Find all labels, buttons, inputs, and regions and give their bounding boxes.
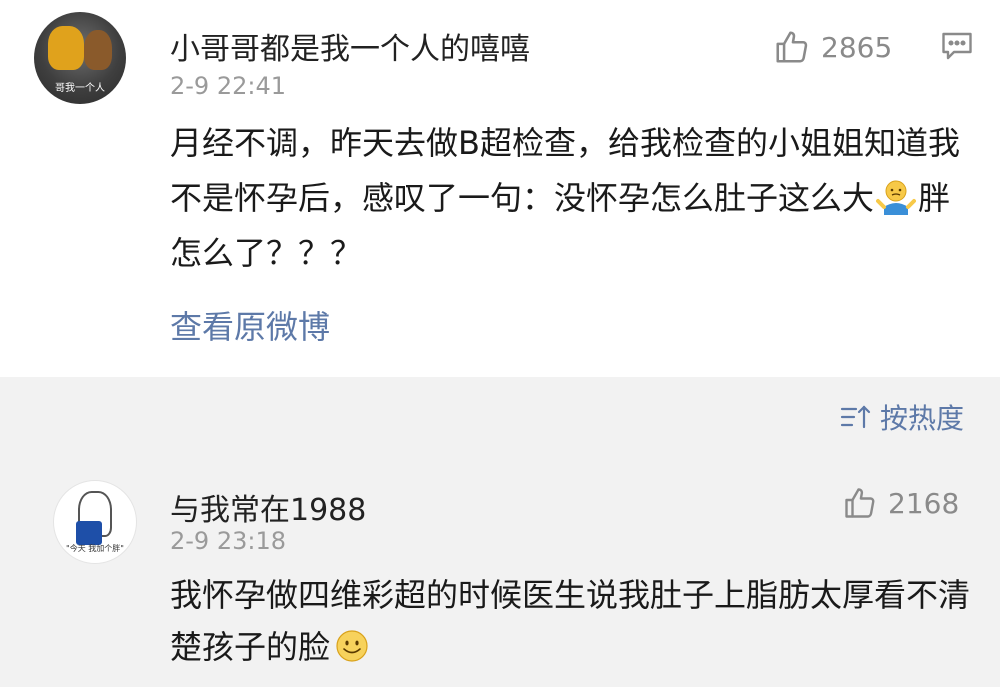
shrug-emoji-icon: [876, 180, 917, 215]
view-original-link[interactable]: 查看原微博: [170, 302, 330, 348]
smile-emoji-icon: [336, 630, 368, 662]
avatar[interactable]: "今天 我加个胖": [53, 480, 137, 564]
like-button[interactable]: 2865: [773, 28, 892, 66]
like-button[interactable]: 2168: [842, 485, 959, 521]
blue-pants: [76, 521, 102, 545]
comment-body: 我怀孕做四维彩超的时候医生说我肚子上脂肪太厚看不清楚孩子的脸: [170, 569, 970, 673]
weibo-post: 哥我一个人 小哥哥都是我一个人的嘻嘻 2-9 22:41 2865 月经不调，昨…: [0, 0, 1000, 377]
avatar-caption: "今天 我加个胖": [66, 544, 124, 553]
sort-label: 按热度: [879, 402, 964, 435]
cat-figure: [48, 26, 84, 70]
post-author-name[interactable]: 小哥哥都是我一个人的嘻嘻: [170, 24, 530, 68]
avatar[interactable]: 哥我一个人: [34, 12, 126, 104]
comment-author-name[interactable]: 与我常在1988: [170, 485, 366, 529]
like-count: 2168: [888, 486, 960, 520]
post-body-text: 月经不调，昨天去做B超检查，给我检查的小姐姐知道我不是怀孕后，感叹了一句：没怀孕…: [170, 124, 960, 217]
sort-icon: [840, 405, 871, 429]
comment-item: "今天 我加个胖" 与我常在1988 2-9 23:18 2168 我怀孕做四维…: [0, 457, 1000, 687]
sort-by-hot-button[interactable]: 按热度: [840, 397, 964, 437]
thumbs-up-icon: [776, 31, 808, 63]
avatar-caption: 哥我一个人: [55, 83, 105, 94]
mouse-figure: [84, 30, 112, 70]
thumbs-up-icon: [845, 488, 875, 518]
comment-icon[interactable]: [939, 28, 975, 64]
post-timestamp: 2-9 22:41: [170, 72, 286, 100]
comment-body-text: 我怀孕做四维彩超的时候医生说我肚子上脂肪太厚看不清楚孩子的脸: [170, 576, 971, 666]
post-body: 月经不调，昨天去做B超检查，给我检查的小姐姐知道我不是怀孕后，感叹了一句：没怀孕…: [170, 116, 970, 281]
like-count: 2865: [821, 30, 893, 64]
comment-timestamp: 2-9 23:18: [170, 527, 286, 555]
sort-bar: 按热度: [0, 377, 1000, 457]
